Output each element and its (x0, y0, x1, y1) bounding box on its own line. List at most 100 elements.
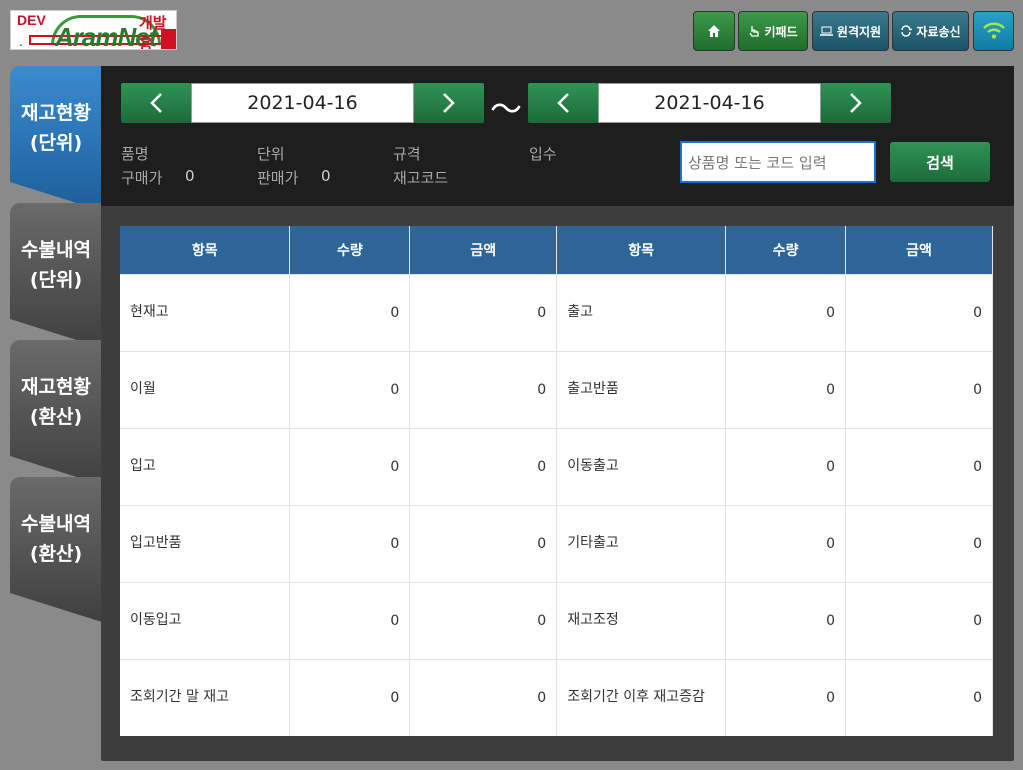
row-item-left: 조회기간 말 재고 (120, 658, 291, 736)
row-item-right: 출고반품 (556, 350, 727, 428)
qty-per-pack-label: 입수 (529, 145, 557, 163)
end-date-field[interactable]: 2021-04-16 (598, 83, 821, 123)
row-amount-left: 0 (409, 350, 558, 428)
row-amount-right: 0 (845, 504, 993, 582)
column-header-qty: 수량 (289, 226, 411, 274)
stock-table: 항목 수량 금액 항목 수량 금액 현재고 0 0 출고 0 0 이월 0 0 … (120, 226, 993, 736)
row-qty-left: 0 (289, 658, 411, 736)
search-input[interactable]: 상품명 또는 코드 입력 (680, 141, 876, 183)
home-button[interactable] (693, 11, 735, 51)
main-panel: 2021-04-16 〜 2021-04-16 품명 단위 규격 입수 구매가 … (101, 66, 1014, 761)
row-amount-left: 0 (409, 273, 558, 351)
table-row: 조회기간 말 재고 0 0 조회기간 이후 재고증감 0 0 (120, 658, 993, 736)
row-qty-right: 0 (725, 581, 847, 659)
row-amount-left: 0 (409, 504, 558, 582)
purchase-price-value: 0 (185, 167, 195, 185)
row-amount-right: 0 (845, 581, 993, 659)
end-date-prev-button[interactable] (528, 83, 598, 123)
start-date-next-button[interactable] (414, 83, 484, 123)
remote-support-label: 원격지원 (836, 24, 882, 39)
row-amount-right: 0 (845, 350, 993, 428)
tab-label-line2: (단위) (29, 268, 83, 291)
laptop-icon (819, 26, 833, 36)
tab-label-line1: 재고현황 (21, 375, 91, 398)
chevron-right-icon (850, 93, 862, 113)
row-qty-left: 0 (289, 350, 411, 428)
row-item-left: 현재고 (120, 273, 291, 351)
column-header-qty: 수량 (725, 226, 847, 274)
hand-pointer-icon (749, 25, 760, 37)
tab-stock-status-converted[interactable]: 재고현황 (환산) (10, 340, 102, 485)
filter-area: 2021-04-16 〜 2021-04-16 품명 단위 규격 입수 구매가 … (101, 66, 1014, 206)
tab-label-line1: 재고현황 (21, 101, 91, 124)
row-qty-right: 0 (725, 504, 847, 582)
row-amount-left: 0 (409, 581, 558, 659)
row-item-right: 이동출고 (556, 427, 727, 505)
logo-dot: . (19, 35, 23, 49)
stock-code-label: 재고코드 (393, 169, 449, 187)
tab-label-line2: (환산) (29, 405, 83, 428)
tab-label-line2: (단위) (29, 131, 83, 154)
chevron-left-icon (557, 93, 569, 113)
wifi-icon (982, 22, 1005, 39)
row-amount-right: 0 (845, 658, 993, 736)
chevron-left-icon (150, 93, 162, 113)
wifi-status-button[interactable] (973, 11, 1014, 51)
column-header-amount: 금액 (409, 226, 558, 274)
row-qty-right: 0 (725, 658, 847, 736)
logo-dev-text: DEV (17, 12, 46, 28)
row-amount-right: 0 (845, 273, 993, 351)
row-qty-right: 0 (725, 427, 847, 505)
row-qty-left: 0 (289, 427, 411, 505)
product-name-label: 품명 (121, 145, 149, 163)
tab-stock-status-unit[interactable]: 재고현황 (단위) (10, 66, 102, 211)
sale-price-value: 0 (321, 167, 331, 185)
row-amount-right: 0 (845, 427, 993, 505)
search-button[interactable]: 검색 (890, 142, 990, 182)
tab-inout-history-converted[interactable]: 수불내역 (환산) (10, 477, 102, 622)
row-item-right: 출고 (556, 273, 727, 351)
row-item-right: 기타출고 (556, 504, 727, 582)
row-item-left: 입고반품 (120, 504, 291, 582)
row-qty-left: 0 (289, 273, 411, 351)
spec-label: 규격 (393, 145, 421, 163)
end-date-next-button[interactable] (821, 83, 891, 123)
row-item-right: 재고조정 (556, 581, 727, 659)
column-header-item: 항목 (556, 226, 727, 274)
table-row: 현재고 0 0 출고 0 0 (120, 273, 993, 351)
home-icon (708, 25, 720, 37)
keypad-label: 키패드 (764, 24, 798, 39)
table-header-row: 항목 수량 금액 항목 수량 금액 (120, 226, 993, 274)
sale-price-label: 판매가 (257, 169, 299, 187)
row-qty-right: 0 (725, 273, 847, 351)
row-qty-right: 0 (725, 350, 847, 428)
table-row: 입고반품 0 0 기타출고 0 0 (120, 504, 993, 582)
logo-red-block (161, 29, 176, 49)
table-row: 입고 0 0 이동출고 0 0 (120, 427, 993, 505)
purchase-price-label: 구매가 (121, 169, 163, 187)
row-item-right: 조회기간 이후 재고증감 (556, 658, 727, 736)
date-range-separator: 〜 (490, 90, 523, 128)
row-item-left: 이동입고 (120, 581, 291, 659)
tab-label-line1: 수불내역 (21, 512, 91, 535)
start-date-field[interactable]: 2021-04-16 (191, 83, 414, 123)
row-amount-left: 0 (409, 427, 558, 505)
column-header-item: 항목 (120, 226, 291, 274)
sync-icon (901, 25, 913, 37)
data-send-label: 자료송신 (916, 24, 961, 39)
chevron-right-icon (443, 93, 455, 113)
remote-support-button[interactable]: 원격지원 (812, 11, 889, 51)
tab-inout-history-unit[interactable]: 수불내역 (단위) (10, 203, 102, 348)
row-qty-left: 0 (289, 504, 411, 582)
row-qty-left: 0 (289, 581, 411, 659)
row-item-left: 이월 (120, 350, 291, 428)
row-amount-left: 0 (409, 658, 558, 736)
keypad-button[interactable]: 키패드 (738, 11, 808, 51)
table-row: 이월 0 0 출고반품 0 0 (120, 350, 993, 428)
column-header-amount: 금액 (845, 226, 993, 274)
start-date-prev-button[interactable] (121, 83, 191, 123)
table-row: 이동입고 0 0 재고조정 0 0 (120, 581, 993, 659)
unit-label: 단위 (257, 145, 285, 163)
app-logo: DEV . AramNet 개발용 (10, 10, 177, 50)
data-send-button[interactable]: 자료송신 (892, 11, 969, 51)
